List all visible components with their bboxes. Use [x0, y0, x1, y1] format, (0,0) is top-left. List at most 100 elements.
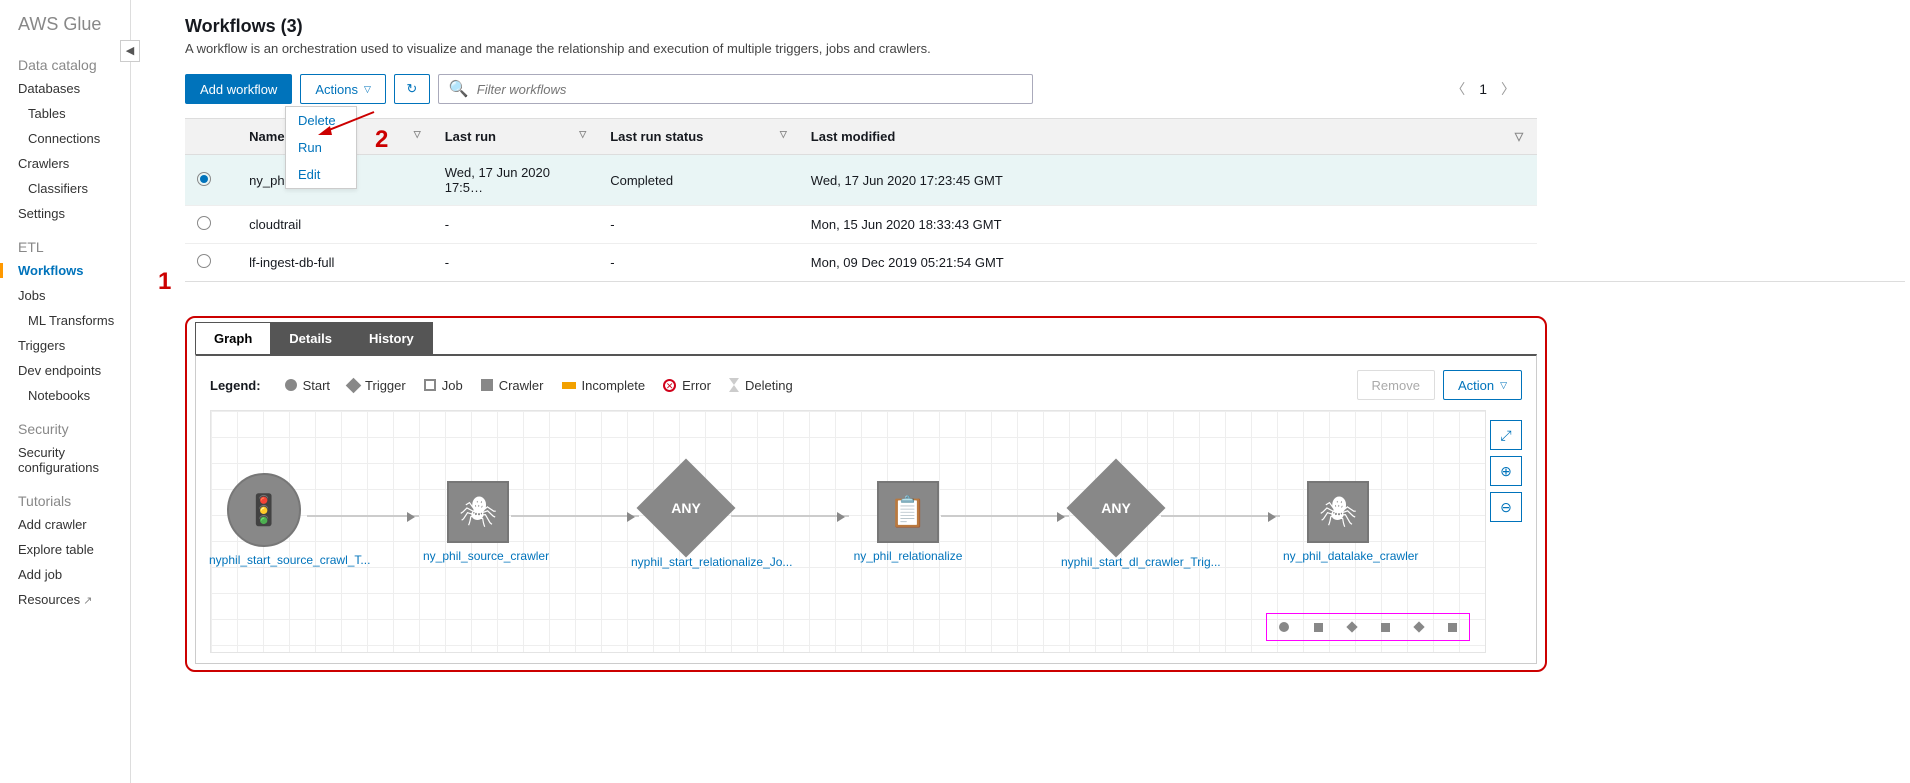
sort-icon: ▽: [780, 129, 787, 140]
legend-error: ✕Error: [663, 378, 711, 393]
nav-connections[interactable]: Connections: [28, 131, 130, 146]
table-row[interactable]: cloudtrail - - Mon, 15 Jun 2020 18:33:43…: [185, 206, 1537, 244]
actions-label: Actions: [315, 82, 358, 97]
cell-modified: Wed, 17 Jun 2020 17:23:45 GMT: [799, 155, 1537, 206]
nav-add-job[interactable]: Add job: [18, 567, 130, 582]
cell-last-run: -: [433, 244, 598, 282]
start-icon: 🚦: [245, 493, 282, 528]
col-modified[interactable]: Last modified: [799, 119, 1501, 155]
toolbar: Add workflow Actions ▽ ↻ 🔍 〈 1 〉 Delete …: [185, 74, 1537, 104]
legend-incomplete: Incomplete: [562, 378, 646, 393]
sort-icon: ▽: [579, 129, 586, 140]
row-radio[interactable]: [197, 216, 211, 230]
pager-next[interactable]: 〉: [1501, 79, 1515, 99]
cell-status: -: [598, 206, 799, 244]
tab-details[interactable]: Details: [270, 322, 351, 355]
actions-edit[interactable]: Edit: [286, 161, 356, 188]
crawler-icon: 🕷: [1319, 495, 1357, 530]
sidebar: AWS Glue Data catalog Databases Tables C…: [0, 0, 130, 783]
section-tutorials: Tutorials: [18, 493, 130, 509]
graph-action-button[interactable]: Action▽: [1443, 370, 1522, 400]
pager-number: 1: [1479, 81, 1487, 97]
zoom-fit-button[interactable]: ⤢: [1490, 420, 1522, 450]
nav-workflows[interactable]: Workflows: [0, 263, 130, 278]
nav-crawlers[interactable]: Crawlers: [18, 156, 130, 171]
row-radio[interactable]: [197, 172, 211, 186]
nav-explore-table[interactable]: Explore table: [18, 542, 130, 557]
row-radio[interactable]: [197, 254, 211, 268]
pager: 〈 1 〉: [1451, 79, 1515, 99]
sidebar-divider: ◀: [130, 0, 170, 783]
sort-icon: ▽: [414, 129, 421, 140]
refresh-button[interactable]: ↻: [394, 74, 430, 104]
nav-dev-endpoints[interactable]: Dev endpoints: [18, 363, 130, 378]
nav-tables[interactable]: Tables: [28, 106, 130, 121]
col-settings-button[interactable]: ▽: [1501, 119, 1537, 155]
remove-button: Remove: [1357, 370, 1435, 400]
pager-prev[interactable]: 〈: [1451, 79, 1465, 99]
cell-status: Completed: [598, 155, 799, 206]
zoom-out-button[interactable]: ⊖: [1490, 492, 1522, 522]
collapse-sidebar-button[interactable]: ◀: [120, 40, 140, 62]
graph-node-trigger[interactable]: ANY nyphil_start_relationalize_Jo...: [631, 473, 741, 569]
workflows-table: Name▽ Last run▽ Last run status▽ Last mo…: [185, 118, 1905, 282]
filter-input[interactable]: [477, 82, 1022, 97]
search-icon: 🔍: [449, 79, 469, 99]
legend-job: Job: [424, 378, 463, 393]
job-icon: 📋: [889, 495, 926, 530]
nav-resources[interactable]: Resources: [18, 592, 130, 607]
actions-button[interactable]: Actions ▽: [300, 74, 386, 104]
graph-edge: [307, 515, 419, 517]
nav-add-crawler[interactable]: Add crawler: [18, 517, 130, 532]
graph-edge: [731, 515, 849, 517]
cell-modified: Mon, 15 Jun 2020 18:33:43 GMT: [799, 206, 1537, 244]
graph-node-crawler[interactable]: 🕷 ny_phil_datalake_crawler: [1283, 481, 1393, 563]
nav-databases[interactable]: Databases: [18, 81, 130, 96]
main-content: Workflows (3) A workflow is an orchestra…: [185, 0, 1905, 783]
graph-canvas[interactable]: 🚦 nyphil_start_source_crawl_T... 🕷 ny_ph…: [210, 410, 1486, 653]
legend-crawler: Crawler: [481, 378, 544, 393]
crawler-icon: 🕷: [459, 495, 497, 530]
zoom-controls: ⤢ ⊕ ⊖: [1490, 420, 1522, 522]
legend-trigger: Trigger: [348, 378, 406, 393]
cell-name: lf-ingest-db-full: [237, 244, 433, 282]
panel-body: Legend: Start Trigger Job Crawler Incomp…: [195, 354, 1537, 664]
graph-minimap[interactable]: [1266, 613, 1470, 641]
cell-name: cloudtrail: [237, 206, 433, 244]
graph-node-crawler[interactable]: 🕷 ny_phil_source_crawler: [423, 481, 533, 563]
graph-node-trigger[interactable]: ANY nyphil_start_dl_crawler_Trig...: [1061, 473, 1171, 569]
col-select: [185, 119, 237, 155]
nav-notebooks[interactable]: Notebooks: [28, 388, 130, 403]
brand-title: AWS Glue: [18, 14, 130, 35]
legend-start: Start: [285, 378, 330, 393]
graph-edge: [1161, 515, 1280, 517]
nav-triggers[interactable]: Triggers: [18, 338, 130, 353]
filter-box[interactable]: 🔍: [438, 74, 1033, 104]
table-row[interactable]: ny_phil Wed, 17 Jun 2020 17:5… Completed…: [185, 155, 1537, 206]
nav-classifiers[interactable]: Classifiers: [28, 181, 130, 196]
add-workflow-button[interactable]: Add workflow: [185, 74, 292, 104]
graph-node-start[interactable]: 🚦 nyphil_start_source_crawl_T...: [209, 473, 319, 567]
cell-modified: Mon, 09 Dec 2019 05:21:54 GMT: [799, 244, 1537, 282]
section-security: Security: [18, 421, 130, 437]
col-status[interactable]: Last run status▽: [598, 119, 799, 155]
page-desc: A workflow is an orchestration used to v…: [185, 41, 1905, 56]
annotation-1: 1: [158, 268, 171, 296]
workflow-detail-panel: Graph Details History Legend: Start Trig…: [185, 316, 1547, 672]
col-last-run[interactable]: Last run▽: [433, 119, 598, 155]
actions-run[interactable]: Run: [286, 134, 356, 161]
panel-tabs: Graph Details History: [195, 322, 1537, 355]
tab-graph[interactable]: Graph: [195, 322, 271, 355]
chevron-down-icon: ▽: [364, 84, 371, 95]
nav-jobs[interactable]: Jobs: [18, 288, 130, 303]
section-etl: ETL: [18, 239, 130, 255]
section-data-catalog: Data catalog: [18, 57, 130, 73]
nav-settings[interactable]: Settings: [18, 206, 130, 221]
nav-security-config[interactable]: Security configurations: [18, 445, 130, 475]
annotation-arrow: [316, 108, 378, 138]
graph-node-job[interactable]: 📋 ny_phil_relationalize: [853, 481, 963, 563]
tab-history[interactable]: History: [350, 322, 433, 355]
nav-ml-transforms[interactable]: ML Transforms: [28, 313, 130, 328]
zoom-in-button[interactable]: ⊕: [1490, 456, 1522, 486]
table-row[interactable]: lf-ingest-db-full - - Mon, 09 Dec 2019 0…: [185, 244, 1537, 282]
